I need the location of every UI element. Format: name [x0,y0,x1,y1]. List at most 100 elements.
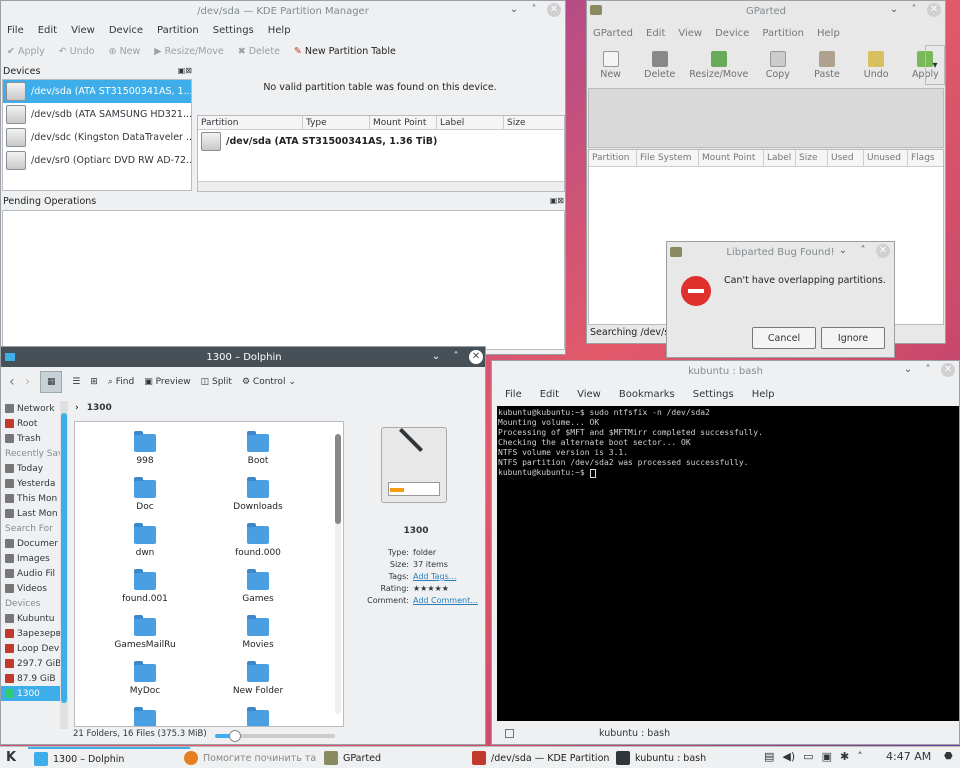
menu-file[interactable]: File [7,25,24,36]
close-icon[interactable]: ✕ [876,244,890,258]
new-button[interactable]: ⊕ New [109,46,141,57]
sidebar-item-today[interactable]: Today [1,461,68,476]
ignore-button[interactable]: Ignore [821,327,885,349]
folder-item[interactable]: Boot [203,431,313,466]
task-browser[interactable]: Помогите починить та [178,747,318,768]
menu-view[interactable]: View [577,389,601,400]
desktop-toolbox-icon[interactable]: ⬣ [944,751,953,762]
toolbar-overflow-icon[interactable]: ▾ [925,45,945,85]
folder-item[interactable]: Downloads [203,477,313,512]
folder-item[interactable]: GamesMailRu [90,615,200,650]
menu-bookmarks[interactable]: Bookmarks [619,389,675,400]
apply-button[interactable]: ✔ Apply [7,46,45,57]
clipboard-icon[interactable]: ▤ [764,750,774,763]
menu-view[interactable]: View [71,25,95,36]
sidebar-item-audio[interactable]: Audio Fil [1,566,68,581]
folder-item[interactable]: found.001 [90,569,200,604]
gparted-titlebar[interactable]: GParted ⌄ ˄ ✕ [587,1,945,21]
col-label[interactable]: Label [437,116,504,129]
menu-help[interactable]: Help [268,25,291,36]
col-mount-point[interactable]: Mount Point [699,150,764,166]
control-button[interactable]: ⚙ Control ⌄ [242,377,296,387]
device-notifier-icon[interactable]: ▭ [803,750,813,763]
col-type[interactable]: Type [303,116,370,129]
col-mount-point[interactable]: Mount Point [370,116,437,129]
device-item-sdb[interactable]: /dev/sdb (ATA SAMSUNG HD321... [3,103,191,126]
folder-item[interactable] [90,707,200,726]
col-size[interactable]: Size [504,116,564,129]
device-item-sda[interactable]: /dev/sda (ATA ST31500341AS, 1... [3,80,191,103]
maximize-icon[interactable]: ˄ [527,3,541,17]
sidebar-item-yesterday[interactable]: Yesterda [1,476,68,491]
col-partition[interactable]: Partition [198,116,303,129]
close-icon[interactable]: ✕ [941,363,955,377]
folder-item[interactable]: New Folder [203,661,313,696]
task-konsole[interactable]: kubuntu : bash [610,747,755,768]
menu-partition[interactable]: Partition [762,28,804,39]
sidebar-item-network[interactable]: Network [1,401,68,416]
zoom-slider-handle[interactable] [229,730,241,742]
col-size[interactable]: Size [796,150,828,166]
menu-view[interactable]: View [678,28,702,39]
zoom-slider[interactable] [215,730,335,742]
col-label[interactable]: Label [764,150,796,166]
maximize-icon[interactable]: ˄ [921,363,935,377]
sidebar-item-videos[interactable]: Videos [1,581,68,596]
maximize-icon[interactable]: ˄ [907,3,921,17]
details-view-icon[interactable]: ⊞ [90,377,98,387]
device-item-sdc[interactable]: /dev/sdc (Kingston DataTraveler ... [3,126,191,149]
sidebar-item-loop[interactable]: Loop Dev [1,641,68,656]
file-view-scroll-thumb[interactable] [335,434,341,524]
preview-button[interactable]: ▣ Preview [144,377,190,387]
sidebar-scrollbar[interactable] [60,401,68,729]
konsole-tab[interactable]: kubuntu : bash [599,728,670,739]
minimize-icon[interactable]: ⌄ [507,3,521,17]
col-file-system[interactable]: File System [637,150,699,166]
sidebar-item-reserved[interactable]: Зарезерв [1,626,68,641]
folder-item[interactable] [203,707,313,726]
task-partition-manager[interactable]: /dev/sda — KDE Partition [466,747,610,768]
sidebar-item-last-month[interactable]: Last Mon [1,506,68,521]
menu-edit[interactable]: Edit [540,389,559,400]
close-icon[interactable]: ✕ [469,350,483,364]
col-flags[interactable]: Flags [908,150,943,166]
minimize-icon[interactable]: ⌄ [887,3,901,17]
add-tags-link[interactable]: Add Tags... [413,571,456,583]
delete-button[interactable]: ✖ Delete [238,46,280,57]
close-icon[interactable]: ✕ [547,3,561,17]
device-item-sr0[interactable]: /dev/sr0 (Optiarc DVD RW AD-72... [3,149,191,172]
gparted-new-button[interactable]: New [589,50,632,80]
gparted-delete-button[interactable]: Delete [638,50,681,80]
folder-item[interactable]: MyDoc [90,661,200,696]
gparted-paste-button[interactable]: Paste [805,50,848,80]
terminal-area[interactable]: kubuntu@kubuntu:~$ sudo ntfsfix -n /dev/… [497,406,959,721]
kde-titlebar[interactable]: /dev/sda — KDE Partition Manager ⌄ ˄ ✕ [1,1,565,21]
folder-item[interactable]: found.000 [203,523,313,558]
new-partition-table-button[interactable]: ✎ New Partition Table [294,46,396,57]
close-icon[interactable]: ✕ [927,3,941,17]
menu-device[interactable]: Device [715,28,749,39]
forward-icon[interactable]: › [25,374,31,390]
sidebar-item-87gib[interactable]: 87.9 GiB [1,671,68,686]
task-gparted[interactable]: GParted [318,747,463,768]
cancel-button[interactable]: Cancel [752,327,816,349]
menu-help[interactable]: Help [752,389,775,400]
undo-button[interactable]: ↶ Undo [59,46,95,57]
volume-icon[interactable]: ◀) [782,750,795,763]
col-used[interactable]: Used [828,150,864,166]
folder-item[interactable]: dwn [90,523,200,558]
folder-item[interactable]: Doc [90,477,200,512]
task-dolphin[interactable]: 1300 – Dolphin [28,747,190,768]
compact-view-icon[interactable]: ☰ [72,377,80,387]
folder-item[interactable]: 998 [90,431,200,466]
split-button[interactable]: ◫ Split [201,377,232,387]
back-icon[interactable]: ‹ [9,374,15,390]
col-unused[interactable]: Unused [864,150,908,166]
maximize-icon[interactable]: ˄ [856,244,870,258]
menu-settings[interactable]: Settings [213,25,254,36]
sidebar-item-documents[interactable]: Documer [1,536,68,551]
menu-device[interactable]: Device [109,25,143,36]
col-partition[interactable]: Partition [589,150,637,166]
clock[interactable]: 4:47 AM [886,750,931,763]
file-view-scrollbar[interactable] [335,434,341,714]
